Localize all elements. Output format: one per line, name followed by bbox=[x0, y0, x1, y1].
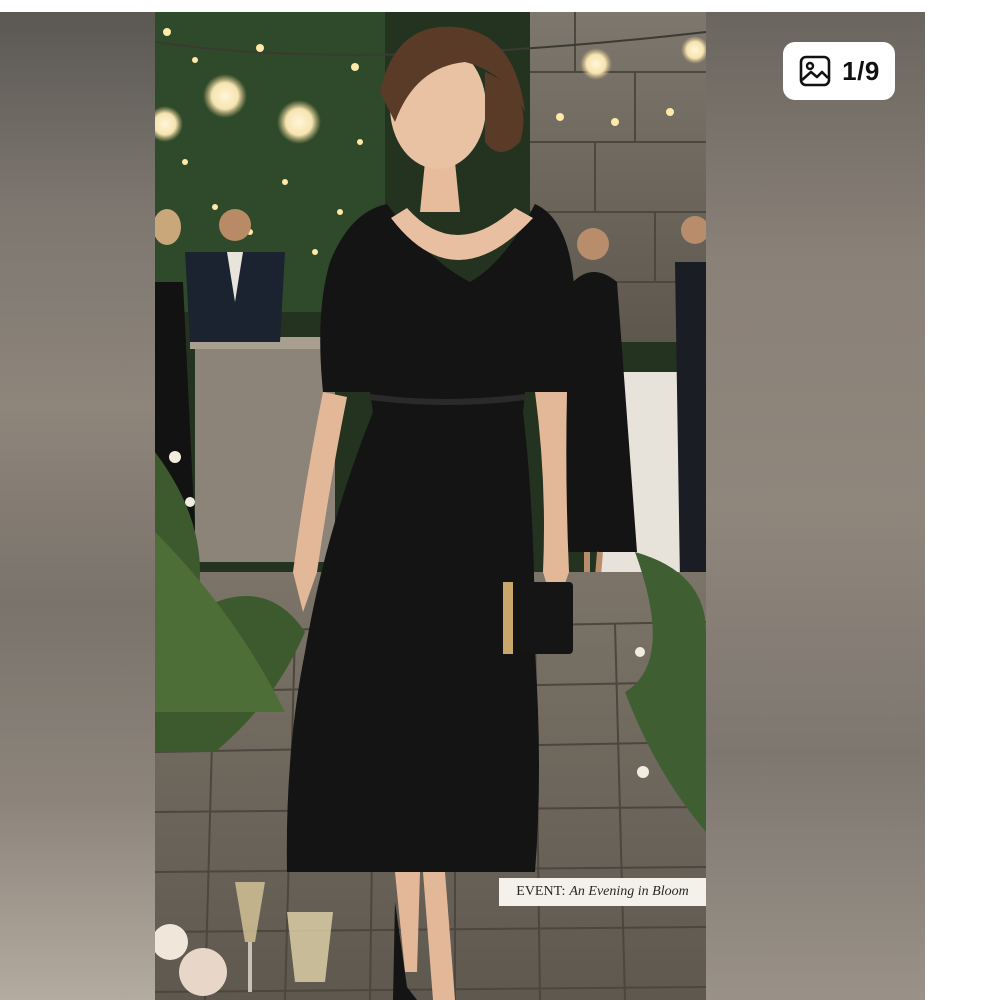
blurred-backdrop-right bbox=[706, 12, 925, 1000]
event-caption: EVENT: An Evening in Bloom bbox=[499, 878, 706, 906]
photo-viewer[interactable]: EVENT: An Evening in Bloom bbox=[0, 12, 925, 1000]
image-counter-badge[interactable]: 1/9 bbox=[783, 42, 895, 100]
product-photo[interactable] bbox=[155, 12, 706, 1000]
image-gallery-icon bbox=[799, 55, 831, 87]
photo-illustration bbox=[155, 12, 706, 1000]
caption-title: An Evening in Bloom bbox=[569, 884, 689, 899]
caption-prefix: EVENT: bbox=[516, 884, 566, 899]
blurred-backdrop-left bbox=[0, 12, 155, 1000]
image-counter: 1/9 bbox=[842, 55, 880, 86]
